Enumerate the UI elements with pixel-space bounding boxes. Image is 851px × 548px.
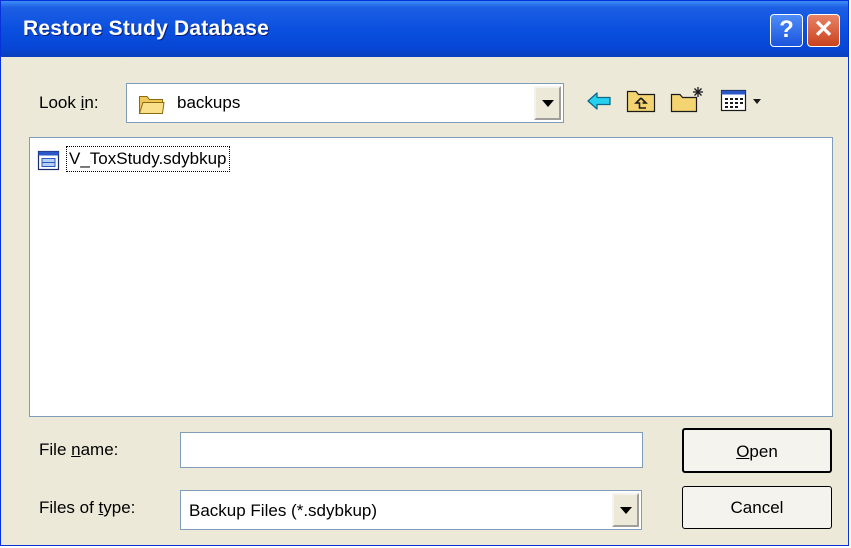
look-in-combo[interactable]: backups (126, 83, 564, 123)
cancel-button[interactable]: Cancel (682, 486, 832, 529)
look-in-value: backups (177, 93, 241, 112)
look-in-label: Look in: (39, 93, 99, 112)
view-menu-icon[interactable] (720, 89, 766, 113)
file-name-text: V_ToxStudy.sdybkup (66, 146, 230, 172)
database-file-icon (37, 150, 60, 171)
new-folder-icon[interactable] (670, 85, 706, 113)
file-list[interactable]: V_ToxStudy.sdybkup (29, 137, 833, 417)
close-button[interactable]: ✕ (807, 14, 840, 47)
files-of-type-label: Files of type: (39, 498, 136, 517)
up-one-level-icon[interactable] (626, 87, 656, 113)
files-of-type-value: Backup Files (*.sdybkup) (189, 501, 378, 520)
close-icon: ✕ (813, 16, 834, 43)
file-name-label: File name: (39, 440, 119, 459)
help-button[interactable]: ? (770, 14, 803, 47)
cancel-button-label: Cancel (730, 498, 784, 517)
files-of-type-dropdown-button[interactable] (612, 493, 639, 527)
window-title: Restore Study Database (23, 17, 269, 40)
open-button-label: Open (736, 442, 778, 461)
chevron-down-icon (619, 507, 632, 514)
help-icon: ? (779, 16, 794, 43)
chevron-down-icon (541, 100, 554, 107)
look-in-dropdown-button[interactable] (534, 86, 561, 120)
back-arrow-icon[interactable] (586, 90, 612, 112)
title-bar[interactable]: Restore Study Database ? ✕ (1, 1, 848, 57)
folder-icon (138, 96, 165, 114)
open-button[interactable]: Open (682, 428, 832, 473)
files-of-type-combo[interactable]: Backup Files (*.sdybkup) (180, 490, 642, 530)
file-name-input[interactable] (180, 432, 643, 468)
restore-dialog: Restore Study Database ? ✕ Look in: back… (0, 0, 849, 546)
